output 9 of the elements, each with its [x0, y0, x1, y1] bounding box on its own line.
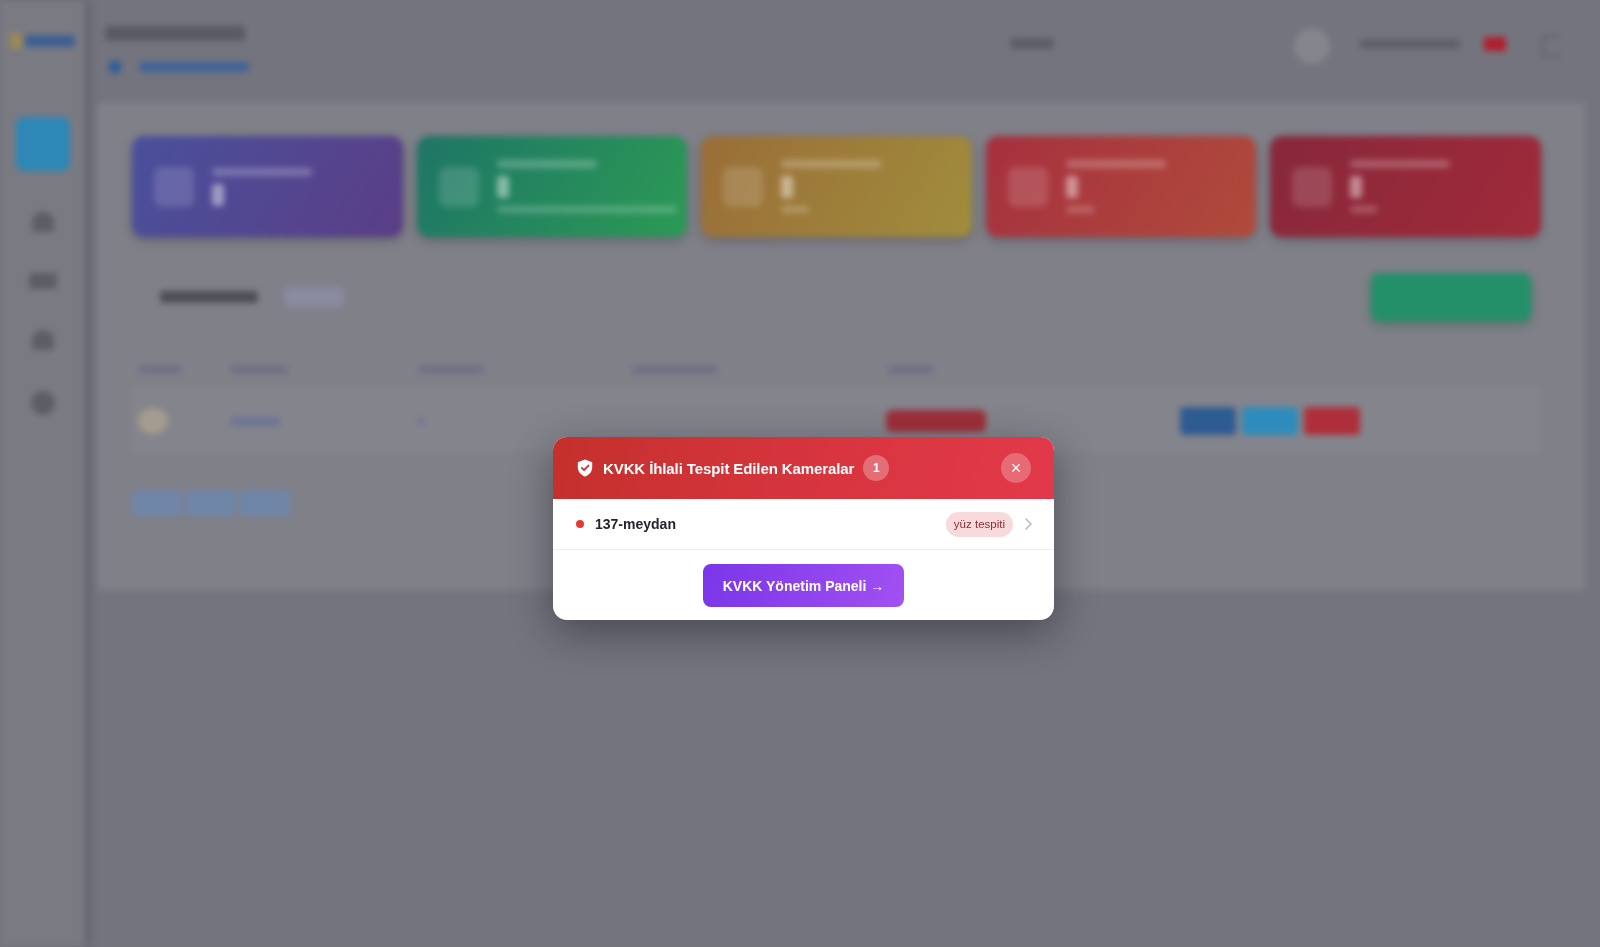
- camera-list-item[interactable]: 137-meydan yüz tespiti: [553, 499, 1054, 550]
- close-button[interactable]: ×: [1001, 453, 1031, 483]
- detection-tag: yüz tespiti: [945, 511, 1013, 537]
- kvkk-panel-button[interactable]: KVKK Yönetim Paneli →: [703, 564, 904, 607]
- modal-title: KVKK İhlali Tespit Edilen Kameralar: [603, 459, 855, 477]
- camera-name: 137-meydan: [595, 516, 676, 532]
- shield-check-icon: [577, 459, 593, 477]
- count-badge: 1: [863, 455, 890, 481]
- chevron-right-icon: [1025, 518, 1032, 530]
